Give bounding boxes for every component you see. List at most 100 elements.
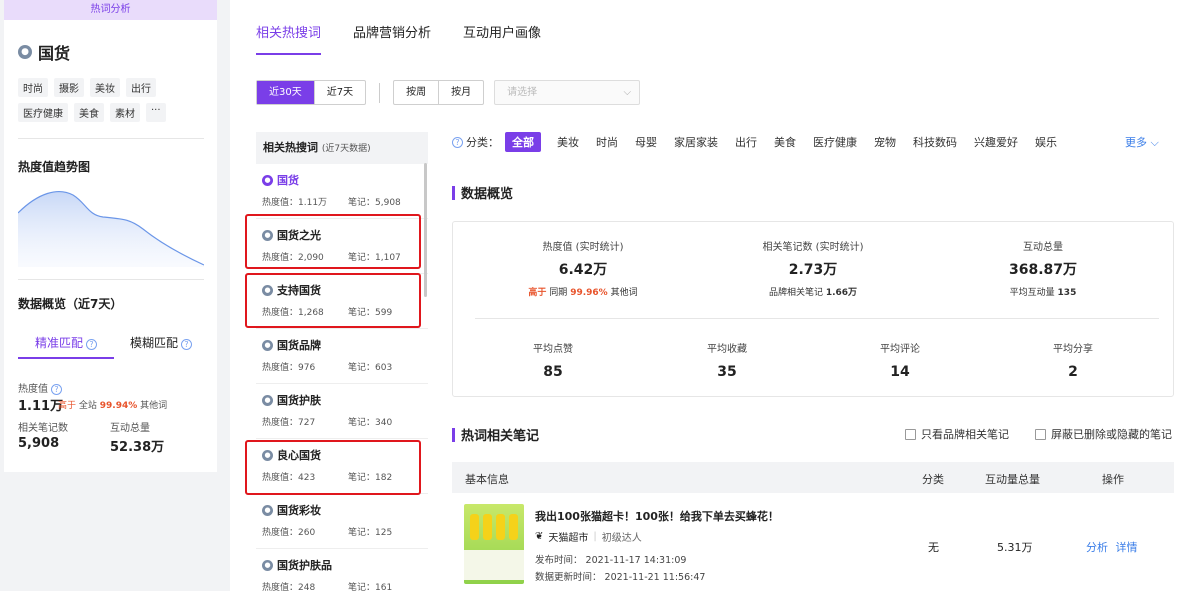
tag[interactable]: 素材 <box>110 103 140 122</box>
list-item[interactable]: ● 国货品牌 热度值：976 笔记：603 <box>256 329 428 384</box>
category-item[interactable]: 科技数码 <box>913 134 957 150</box>
list-item[interactable]: ● 国货之光 热度值：2,090 笔记：1,107 <box>256 219 428 274</box>
filter-bar: 近30天 近7天 按周 按月 请选择 ⌵ <box>256 80 641 105</box>
list-item[interactable]: ● 国货彩妆 热度值：260 笔记：125 <box>256 494 428 549</box>
drop-icon: ● <box>262 449 273 461</box>
range-7-days[interactable]: 近7天 <box>313 81 365 104</box>
list-item[interactable]: ● 国货护肤品 热度值：248 笔记：161 <box>256 549 428 591</box>
category-item[interactable]: 母婴 <box>635 134 657 150</box>
tag[interactable]: 时尚 <box>18 78 48 97</box>
detail-link[interactable]: 详情 <box>1116 541 1138 554</box>
keyword-panel: 热词分析 ● 国货 时尚 摄影 美妆 出行 医疗健康 美食 素材 ··· 热度值… <box>4 0 217 472</box>
category-label: 分类： <box>466 136 499 149</box>
publish-time: 发布时间： 2021-11-17 14:31:09 <box>535 555 687 566</box>
related-list-header: 相关热搜词 (近7天数据) <box>256 132 428 164</box>
tag[interactable]: 出行 <box>126 78 156 97</box>
drop-icon: ● <box>262 559 273 571</box>
period-week[interactable]: 按周 <box>394 81 438 104</box>
main-panel: 相关热搜词 品牌营销分析 互动用户画像 近30天 近7天 按周 按月 请选择 ⌵… <box>230 0 1179 591</box>
note-title[interactable]: 我出100张猫超卡！100张！给我下单去买蜂花！ <box>535 508 779 524</box>
keyword-title: ● 国货 <box>18 40 70 64</box>
list-scrollbar[interactable] <box>424 163 427 297</box>
tag[interactable]: 医疗健康 <box>18 103 68 122</box>
category-item[interactable]: 医疗健康 <box>813 134 857 150</box>
note-thumbnail[interactable] <box>464 504 524 584</box>
panel-header: 热词分析 <box>4 0 217 20</box>
note-interactions: 5.31万 <box>997 541 1033 554</box>
range-30-days[interactable]: 近30天 <box>257 81 314 104</box>
list-item[interactable]: ● 国货护肤 热度值：727 笔记：340 <box>256 384 428 439</box>
overview-heat: 热度值 (实时统计) 6.42万 高于 同期 99.96% 其他词 <box>528 242 638 298</box>
category-item[interactable]: 家居家装 <box>674 134 718 150</box>
category-item[interactable]: 时尚 <box>596 134 618 150</box>
row-actions: 分析 详情 <box>1086 539 1138 555</box>
help-icon[interactable]: ? <box>86 339 98 350</box>
more-categories-button[interactable]: 更多 ⌵ <box>1125 134 1159 150</box>
chevron-down-icon: ⌵ <box>1150 136 1159 149</box>
category-item[interactable]: 美妆 <box>557 134 579 150</box>
match-tabs: 精准匹配? 模糊匹配? <box>18 334 204 359</box>
date-select[interactable]: 请选择 ⌵ <box>494 80 641 105</box>
list-item[interactable]: ● 支持国货 热度值：1,268 笔记：599 <box>256 274 428 329</box>
overview-card: 热度值 (实时统计) 6.42万 高于 同期 99.96% 其他词 相关笔记数 … <box>452 221 1174 397</box>
divider <box>379 82 381 103</box>
main-tabs: 相关热搜词 品牌营销分析 互动用户画像 <box>256 22 541 55</box>
tag[interactable]: 美妆 <box>90 78 120 97</box>
list-item[interactable]: ● 良心国货 热度值：423 笔记：182 <box>256 439 428 494</box>
keyword-tags: 时尚 摄影 美妆 出行 医疗健康 美食 素材 ··· <box>18 78 208 122</box>
heat-compare: 高于 全站 99.94% 其他词 <box>58 401 168 411</box>
category-filter: ? 分类： 全部 美妆 时尚 母婴 家居家装 出行 美食 医疗健康 宠物 科技数… <box>452 132 1074 152</box>
drop-icon: ● <box>262 394 273 406</box>
help-icon[interactable]: ? <box>452 136 463 148</box>
category-item[interactable]: 兴趣爱好 <box>974 134 1018 150</box>
update-time: 数据更新时间： 2021-11-21 11:56:47 <box>535 572 706 583</box>
list-item[interactable]: ● 国货 热度值：1.11万 笔记：5,908 <box>256 164 428 219</box>
column-category: 分类 <box>922 473 944 486</box>
trend-title: 热度值趋势图 <box>18 160 91 174</box>
column-basic-info: 基本信息 <box>465 473 509 486</box>
divider <box>475 318 1159 319</box>
checkbox-box[interactable] <box>1035 428 1046 440</box>
category-all[interactable]: 全部 <box>505 132 541 152</box>
help-icon[interactable]: ? <box>181 339 193 350</box>
drop-icon: ● <box>262 174 273 186</box>
section-marker <box>452 427 455 442</box>
tab-exact-match[interactable]: 精准匹配? <box>18 334 115 359</box>
overview-avg-comment: 平均评论 14 <box>880 344 920 380</box>
analyze-link[interactable]: 分析 <box>1086 541 1108 554</box>
note-category: 无 <box>928 541 939 554</box>
column-actions: 操作 <box>1102 473 1124 486</box>
tag[interactable]: 美食 <box>74 103 104 122</box>
category-item[interactable]: 出行 <box>735 134 757 150</box>
category-item[interactable]: 娱乐 <box>1035 134 1057 150</box>
only-brand-checkbox[interactable]: 只看品牌相关笔记 <box>905 426 1009 442</box>
hide-deleted-checkbox[interactable]: 屏蔽已删除或隐藏的笔记 <box>1035 426 1172 442</box>
period-month[interactable]: 按月 <box>438 81 483 104</box>
notes-label: 相关笔记数 <box>18 423 68 434</box>
tab-fuzzy-match[interactable]: 模糊匹配? <box>130 334 193 359</box>
overview-avg-like: 平均点赞 85 <box>533 344 573 380</box>
help-icon[interactable]: ? <box>51 384 62 395</box>
interact-label: 互动总量 <box>110 423 150 434</box>
overview-notes: 相关笔记数 (实时统计) 2.73万 品牌相关笔记 1.66万 <box>762 242 864 298</box>
heat-label: 热度值? <box>18 380 62 395</box>
overview-avg-share: 平均分享 2 <box>1053 344 1093 380</box>
category-item[interactable]: 美食 <box>774 134 796 150</box>
tab-brand-marketing[interactable]: 品牌营销分析 <box>353 22 431 55</box>
tag[interactable]: 摄影 <box>54 78 84 97</box>
related-keywords-list: 相关热搜词 (近7天数据) ● 国货 热度值：1.11万 笔记：5,908 ● 国货之… <box>256 132 428 591</box>
brand-logo-icon: ❦ <box>535 531 544 542</box>
more-tags-button[interactable]: ··· <box>146 103 166 122</box>
divider <box>18 138 204 139</box>
column-interactions: 互动量总量 <box>985 473 1040 486</box>
category-item[interactable]: 宠物 <box>874 134 896 150</box>
overview-interactions: 互动总量 368.87万 平均互动量 135 <box>1008 242 1078 298</box>
tab-related-search[interactable]: 相关热搜词 <box>256 22 322 55</box>
checkbox-box[interactable] <box>905 428 916 440</box>
notes-section-title: 热词相关笔记 <box>452 425 539 444</box>
chevron-down-icon: ⌵ <box>623 87 632 98</box>
tab-user-profile[interactable]: 互动用户画像 <box>463 22 541 55</box>
keyword-text: 国货 <box>38 44 71 63</box>
drop-icon: ● <box>262 339 273 351</box>
heat-value: 1.11万 <box>18 399 64 414</box>
